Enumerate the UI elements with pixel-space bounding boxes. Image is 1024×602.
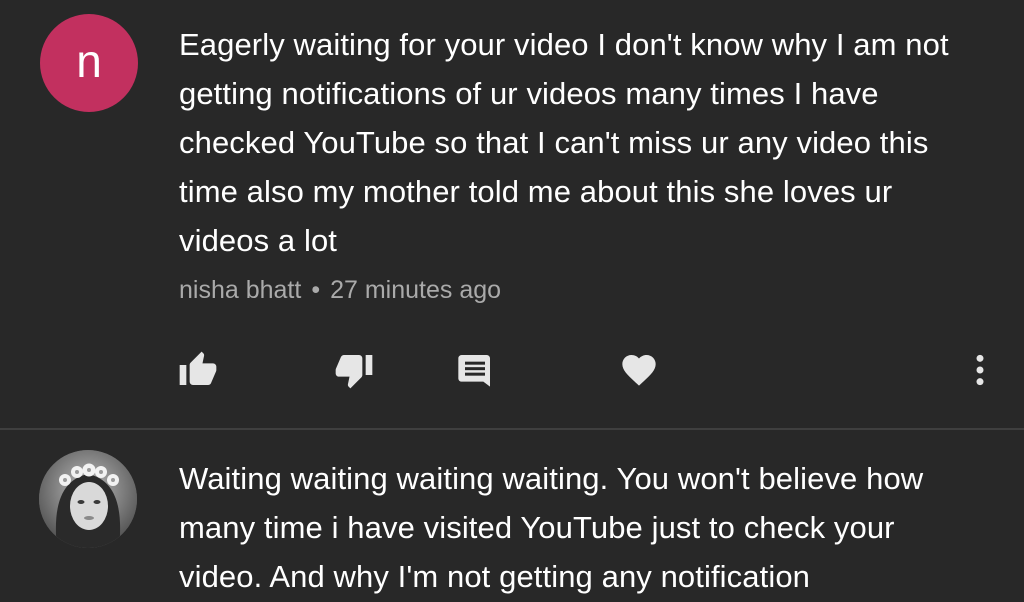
avatar-photo[interactable] (39, 450, 137, 548)
avatar-letter: n (76, 35, 102, 87)
comment-author[interactable]: nisha bhatt (179, 276, 301, 304)
comments-screen: n Eagerly waiting for your video I don't… (0, 0, 1024, 602)
comment-text: Waiting waiting waiting waiting. You won… (179, 461, 924, 594)
dislike-button[interactable] (332, 348, 376, 392)
avatar[interactable]: n (40, 14, 138, 112)
heart-button[interactable] (617, 348, 661, 392)
comment-item: n Eagerly waiting for your video I don't… (0, 0, 1024, 428)
reply-icon (455, 350, 495, 390)
comment-text: Eagerly waiting for your video I don't k… (179, 27, 949, 258)
comment-actions (0, 342, 1024, 402)
profile-photo-icon (39, 450, 137, 548)
more-vert-icon (960, 350, 1000, 390)
thumbs-down-icon (334, 350, 374, 390)
comment-item: Waiting waiting waiting waiting. You won… (0, 430, 1024, 602)
comment-time: 27 minutes ago (330, 276, 502, 304)
more-options-button[interactable] (958, 348, 1002, 392)
thumbs-up-icon (178, 350, 218, 390)
reply-button[interactable] (453, 348, 497, 392)
meta-separator: • (311, 276, 321, 304)
heart-icon (619, 350, 659, 390)
like-button[interactable] (176, 348, 220, 392)
comment-meta: nisha bhatt • 27 minutes ago (179, 272, 501, 308)
